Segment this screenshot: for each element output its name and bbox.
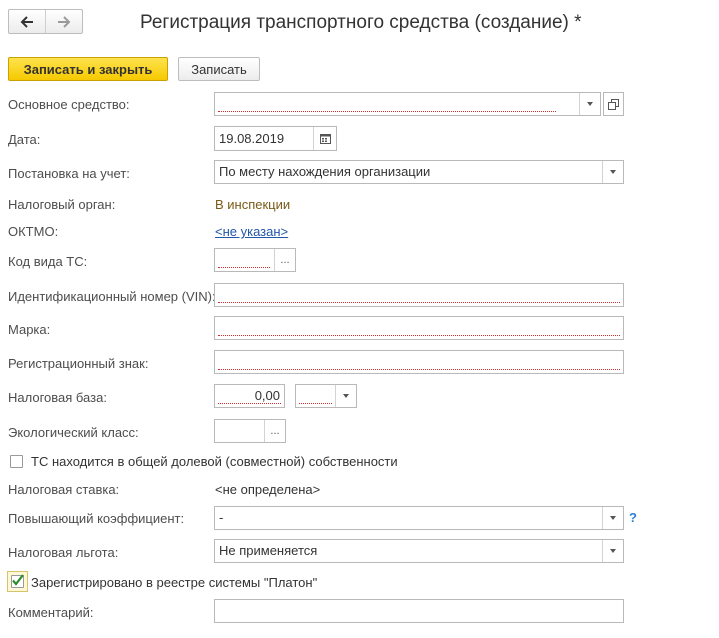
platon-checkbox-focus[interactable]: [7, 571, 28, 592]
date-field[interactable]: 19.08.2019: [214, 126, 337, 151]
brand-field[interactable]: [214, 316, 624, 340]
help-icon[interactable]: ?: [629, 510, 637, 525]
calendar-icon: [319, 134, 331, 144]
asset-label: Основное средство:: [8, 97, 130, 112]
open-asset-button[interactable]: [603, 92, 624, 116]
oktmo-label: ОКТМО:: [8, 224, 59, 239]
registration-dropdown-button[interactable]: [602, 161, 623, 183]
vin-label: Идентификационный номер (VIN):: [8, 289, 216, 304]
platon-label: Зарегистрировано в реестре системы "Плат…: [31, 575, 318, 590]
vin-field[interactable]: [214, 283, 624, 307]
eco-class-label: Экологический класс:: [8, 425, 139, 440]
date-label: Дата:: [8, 132, 41, 147]
registration-select[interactable]: По месту нахождения организации: [214, 160, 624, 184]
save-button[interactable]: Записать: [178, 57, 260, 81]
chevron-down-icon: [343, 394, 349, 398]
save-and-close-button[interactable]: Записать и закрыть: [8, 57, 168, 81]
eco-class-select-button[interactable]: ...: [264, 420, 285, 442]
multiplier-label: Повышающий коэффициент:: [8, 511, 185, 526]
tax-authority-label: Налоговый орган:: [8, 197, 116, 212]
tax-base-label: Налоговая база:: [8, 390, 107, 405]
tax-benefit-label: Налоговая льгота:: [8, 545, 119, 560]
vehicle-code-label: Код вида ТС:: [8, 254, 88, 269]
calendar-button[interactable]: [313, 127, 336, 150]
reg-sign-label: Регистрационный знак:: [8, 356, 149, 371]
comment-field[interactable]: [214, 599, 624, 623]
tax-rate-value: <не определена>: [215, 482, 321, 497]
back-button[interactable]: [9, 10, 45, 33]
vehicle-code-select-button[interactable]: ...: [274, 249, 295, 271]
registration-label: Постановка на учет:: [8, 166, 130, 181]
page-title: Регистрация транспортного средства (созд…: [140, 12, 582, 33]
platon-checkbox[interactable]: [11, 574, 24, 588]
tax-base-unit-select[interactable]: [295, 384, 357, 408]
forward-arrow-icon: [58, 15, 71, 28]
chevron-down-icon: [610, 170, 616, 174]
shared-ownership-label: ТС находится в общей долевой (совместной…: [31, 454, 398, 469]
eco-class-field[interactable]: ...: [214, 419, 286, 443]
tax-base-unit-dropdown-button[interactable]: [335, 385, 356, 407]
vehicle-code-field[interactable]: ...: [214, 248, 296, 272]
chevron-down-icon: [610, 549, 616, 553]
tax-base-field[interactable]: 0,00: [214, 384, 285, 408]
shared-ownership-checkbox[interactable]: [10, 455, 23, 468]
back-arrow-icon: [20, 15, 33, 28]
tax-benefit-select[interactable]: Не применяется: [214, 539, 624, 563]
brand-label: Марка:: [8, 322, 51, 337]
oktmo-link[interactable]: <не указан>: [215, 224, 288, 239]
multiplier-select[interactable]: -: [214, 506, 624, 530]
open-form-icon: [608, 98, 619, 110]
chevron-down-icon: [610, 516, 616, 520]
reg-sign-field[interactable]: [214, 350, 624, 374]
tax-rate-label: Налоговая ставка:: [8, 482, 120, 497]
comment-label: Комментарий:: [8, 605, 94, 620]
chevron-down-icon: [587, 102, 593, 106]
checkmark-icon: [12, 574, 24, 586]
asset-dropdown-button[interactable]: [579, 93, 600, 115]
tax-authority-value: В инспекции: [215, 197, 291, 212]
forward-button[interactable]: [45, 10, 82, 33]
asset-field[interactable]: [214, 92, 601, 116]
multiplier-dropdown-button[interactable]: [602, 507, 623, 529]
navigation-buttons: [8, 9, 83, 34]
tax-benefit-dropdown-button[interactable]: [602, 540, 623, 562]
